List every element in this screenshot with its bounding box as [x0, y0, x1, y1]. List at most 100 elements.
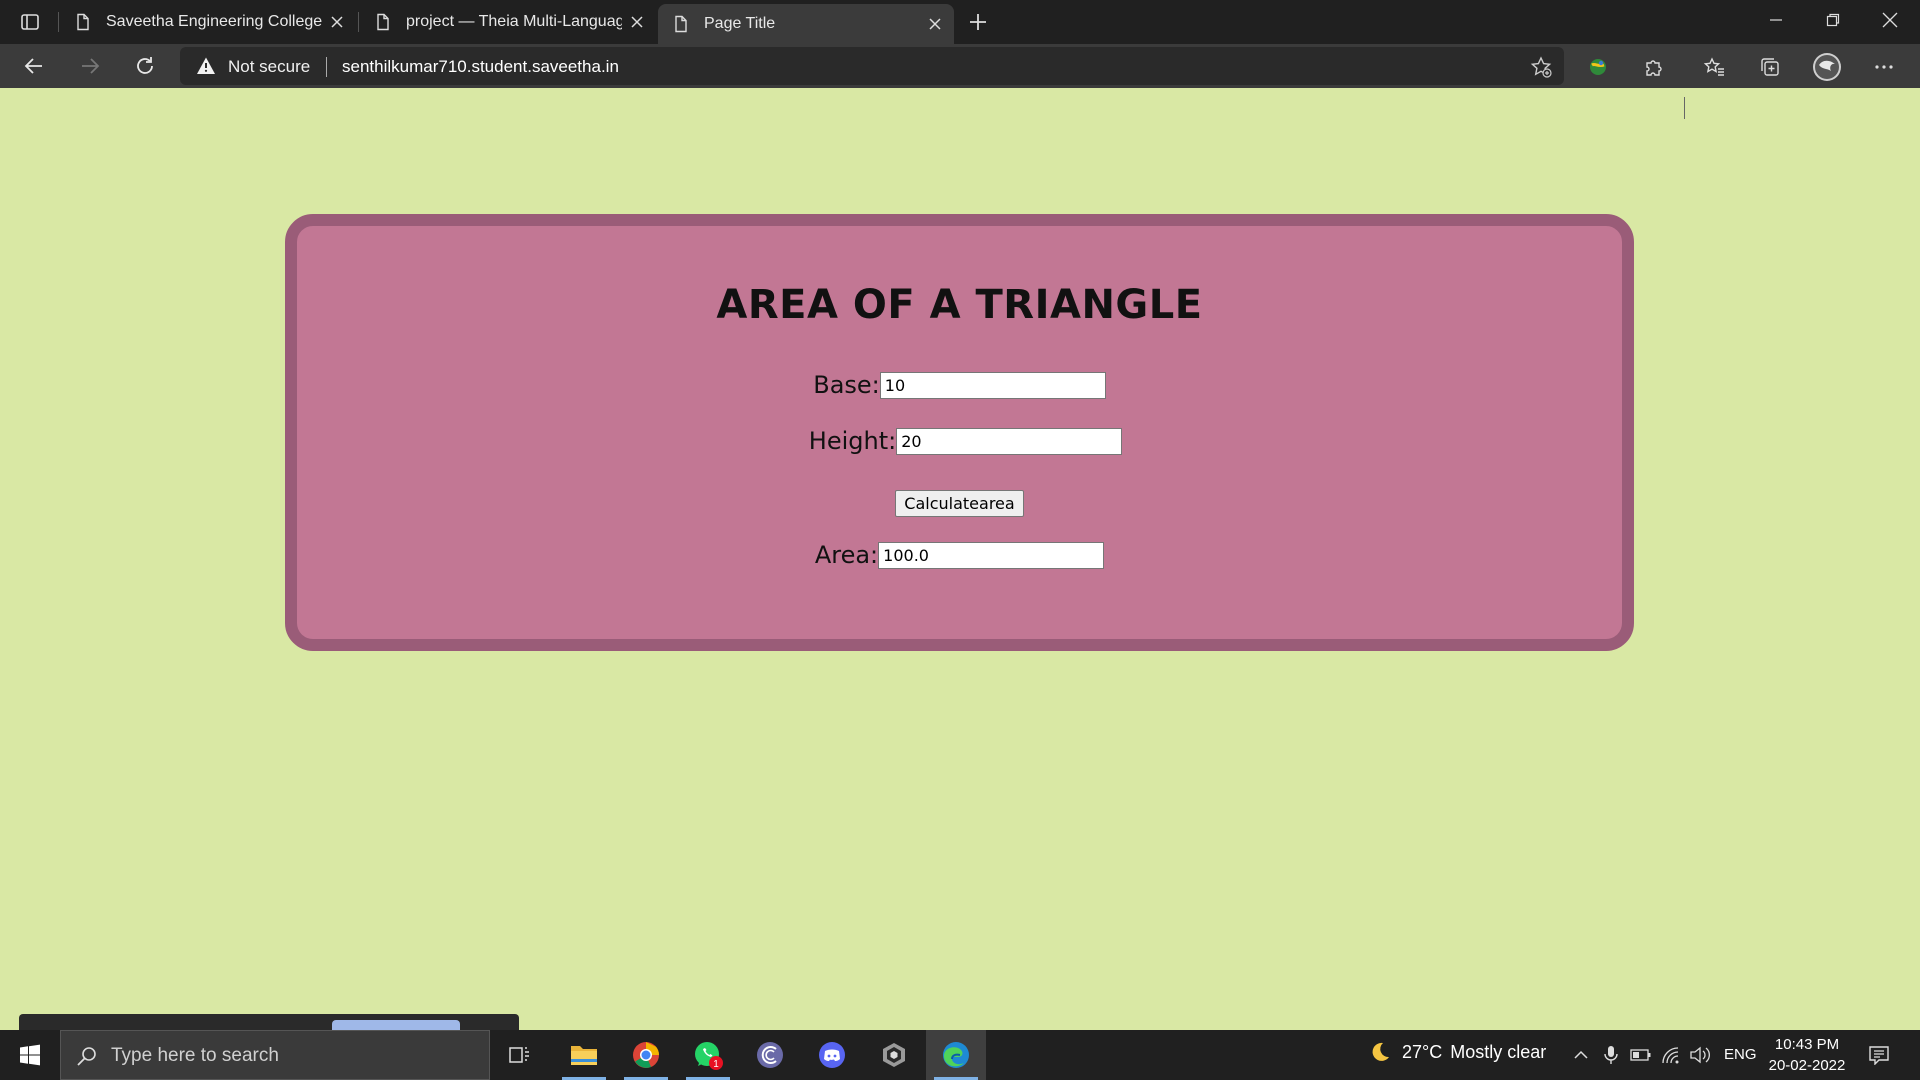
- edge-icon: [943, 1042, 969, 1068]
- tab-theia[interactable]: project — Theia Multi-Language: [360, 4, 656, 40]
- close-tab-icon[interactable]: [622, 7, 652, 37]
- extension-button[interactable]: [1582, 52, 1614, 82]
- refresh-icon: [137, 57, 153, 74]
- tab-label: Page Title: [704, 15, 776, 32]
- collections-button[interactable]: [1754, 52, 1786, 82]
- discord-icon: [819, 1042, 845, 1068]
- address-bar[interactable]: Not secure senthilkumar710.student.savee…: [180, 47, 1564, 85]
- clock[interactable]: 10:43 PM 20-02-2022: [1762, 1034, 1852, 1076]
- tab-label: Saveetha Engineering College: [106, 13, 322, 30]
- task-view-button[interactable]: [490, 1030, 550, 1080]
- file-explorer-app[interactable]: [554, 1030, 614, 1080]
- restore-icon: [1826, 13, 1840, 27]
- page-title: AREA OF A TRIANGLE: [716, 282, 1203, 328]
- new-tab-button[interactable]: [962, 6, 994, 38]
- calculate-area-button[interactable]: Calculatearea: [895, 490, 1024, 517]
- minimize-button[interactable]: [1748, 0, 1804, 40]
- clock-time: 10:43 PM: [1774, 1036, 1840, 1053]
- favorites-button[interactable]: [1698, 52, 1730, 82]
- security-label[interactable]: Not secure: [228, 57, 310, 77]
- notifications-button[interactable]: [1864, 1042, 1894, 1068]
- show-hidden-icons-button[interactable]: [1570, 1044, 1592, 1066]
- unity-icon: [883, 1043, 905, 1067]
- network-tray-button[interactable]: [1660, 1044, 1682, 1066]
- extension-globe-icon: [1590, 59, 1606, 75]
- button-row: Calculatearea: [297, 490, 1622, 517]
- wifi-icon: [1662, 1047, 1679, 1064]
- triangle-card: AREA OF A TRIANGLE Base: Height: Calcula…: [285, 214, 1634, 651]
- tab-actions-button[interactable]: [12, 8, 48, 36]
- close-window-button[interactable]: [1862, 0, 1918, 40]
- task-view-icon: [509, 1047, 529, 1063]
- base-row: Base:: [297, 371, 1622, 399]
- settings-menu-button[interactable]: [1868, 52, 1900, 82]
- eclipse-app[interactable]: [740, 1030, 800, 1080]
- height-row: Height:: [297, 427, 1622, 455]
- eclipse-icon: [757, 1042, 783, 1068]
- chrome-icon: [633, 1042, 659, 1068]
- forward-button[interactable]: [72, 50, 108, 82]
- start-button[interactable]: [0, 1030, 60, 1080]
- add-favorite-button[interactable]: [1528, 54, 1554, 80]
- minimize-icon: [1770, 19, 1782, 21]
- refresh-button[interactable]: [127, 50, 163, 82]
- weather-condition: Mostly clear: [1450, 1041, 1547, 1062]
- discord-app[interactable]: [802, 1030, 862, 1080]
- tab-strip: Saveetha Engineering College project — T…: [0, 0, 1920, 44]
- area-row: Area:: [297, 541, 1622, 569]
- area-output[interactable]: [878, 542, 1105, 569]
- address-divider: [326, 57, 327, 77]
- plus-icon: [970, 14, 986, 30]
- back-button[interactable]: [16, 50, 52, 82]
- chevron-up-icon: [1574, 1050, 1588, 1059]
- whatsapp-app[interactable]: 1: [678, 1030, 738, 1080]
- star-add-icon: [1530, 56, 1552, 78]
- close-tab-icon[interactable]: [322, 7, 352, 37]
- whatsapp-badge: 1: [713, 1059, 719, 1070]
- height-input[interactable]: [896, 428, 1123, 455]
- tab-separator: [58, 12, 59, 32]
- windows-icon: [20, 1044, 40, 1066]
- tab-saveetha[interactable]: Saveetha Engineering College: [60, 4, 356, 40]
- close-icon: [1882, 12, 1898, 28]
- taskbar: Type here to search 1 27°C Mostly clear: [0, 1030, 1920, 1080]
- page-icon: [675, 15, 687, 33]
- notification-icon: [1869, 1046, 1889, 1065]
- close-tab-icon[interactable]: [920, 9, 950, 39]
- clock-date: 20-02-2022: [1768, 1057, 1846, 1074]
- language-indicator[interactable]: ENG: [1724, 1046, 1757, 1063]
- restore-button[interactable]: [1805, 0, 1861, 40]
- taskbar-preview-button[interactable]: [332, 1020, 460, 1030]
- microphone-tray-button[interactable]: [1600, 1044, 1622, 1066]
- chrome-app[interactable]: [616, 1030, 676, 1080]
- avatar: [1813, 53, 1841, 81]
- warning-icon[interactable]: [196, 56, 216, 76]
- profile-button[interactable]: [1811, 52, 1843, 82]
- weather-temp: 27°C: [1402, 1041, 1443, 1062]
- extensions-button[interactable]: [1638, 52, 1670, 82]
- arrow-right-icon: [82, 58, 100, 74]
- puzzle-icon: [1646, 60, 1662, 76]
- weather-widget[interactable]: 27°C Mostly clear: [1368, 1040, 1546, 1064]
- tab-actions-icon: [21, 14, 39, 30]
- speaker-icon: [1690, 1046, 1710, 1064]
- unity-app[interactable]: [864, 1030, 924, 1080]
- moon-icon: [1372, 1042, 1389, 1061]
- url-text[interactable]: senthilkumar710.student.saveetha.in: [342, 57, 619, 77]
- page-icon: [377, 13, 389, 31]
- toolbar-separator: [1684, 97, 1685, 119]
- browser-toolbar: Not secure senthilkumar710.student.savee…: [0, 44, 1920, 119]
- favorites-star-icon: [1703, 57, 1724, 76]
- battery-tray-button[interactable]: [1630, 1044, 1652, 1066]
- base-input[interactable]: [879, 372, 1106, 399]
- edge-app[interactable]: [926, 1030, 986, 1080]
- tab-label: project — Theia Multi-Language: [406, 13, 622, 30]
- volume-tray-button[interactable]: [1689, 1044, 1711, 1066]
- area-label: Area:: [814, 541, 879, 569]
- battery-icon: [1630, 1049, 1651, 1061]
- tab-page-title[interactable]: Page Title: [658, 4, 954, 44]
- page-icon: [77, 13, 89, 31]
- taskbar-search[interactable]: Type here to search: [60, 1030, 490, 1080]
- search-icon: [77, 1047, 96, 1066]
- folder-icon: [571, 1046, 597, 1065]
